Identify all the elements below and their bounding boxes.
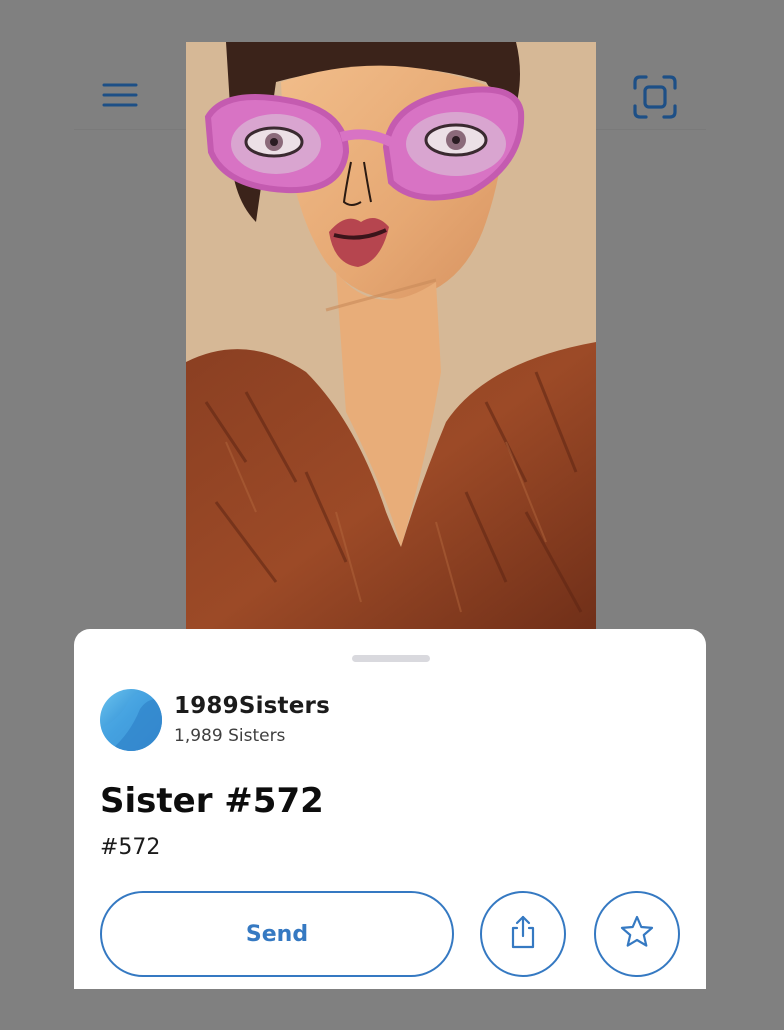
share-icon [508,915,538,953]
star-icon [619,914,655,954]
send-button[interactable]: Send [100,891,454,977]
share-button[interactable] [480,891,566,977]
hamburger-menu-icon[interactable] [102,78,138,114]
item-title: Sister #572 [100,781,324,821]
app-screen: 1989Sisters 1,989 Sisters Sister #572 #5… [0,0,784,1030]
collection-avatar[interactable] [100,689,162,751]
sheet-grabber-handle[interactable] [352,655,430,662]
favorite-button[interactable] [594,891,680,977]
nft-artwork-image [186,42,596,642]
item-subtitle: #572 [100,835,161,860]
collection-name[interactable]: 1989Sisters [174,693,330,719]
item-detail-sheet: 1989Sisters 1,989 Sisters Sister #572 #5… [74,629,706,989]
collection-count: 1,989 Sisters [174,726,286,746]
scan-frame-icon[interactable] [632,74,678,120]
